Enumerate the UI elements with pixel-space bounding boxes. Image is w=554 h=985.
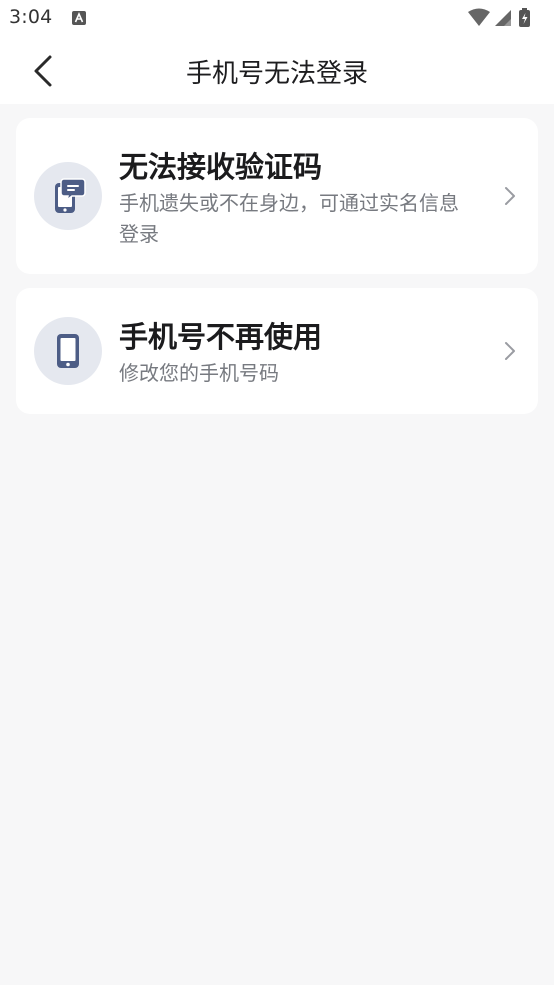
option-title: 无法接收验证码	[119, 150, 323, 184]
page-title: 手机号无法登录	[185, 59, 368, 89]
phone-icon	[57, 334, 79, 368]
chevron-right-icon	[505, 342, 515, 360]
option-icon-circle	[34, 162, 102, 230]
option-title: 手机号不再使用	[119, 320, 323, 354]
chevron-right-icon	[505, 187, 515, 205]
status-system-icons	[468, 8, 530, 27]
option-card-cannot-receive-code[interactable]: 无法接收验证码 手机遗失或不在身边，可通过实名信息登录	[16, 118, 538, 274]
status-icons	[467, 8, 545, 28]
option-icon-circle	[34, 317, 102, 385]
wifi-icon	[468, 8, 490, 26]
status-time: 3:04	[9, 6, 53, 28]
option-description: 修改您的手机号码	[119, 361, 279, 385]
status-bar: 3:04	[0, 0, 554, 36]
option-card-phone-not-used[interactable]: 手机号不再使用 修改您的手机号码	[16, 288, 538, 414]
cell-signal-icon	[495, 10, 511, 26]
a-notification-icon	[72, 11, 86, 25]
nav-bar: 手机号无法登录	[0, 36, 554, 104]
phone-message-icon	[55, 178, 86, 213]
option-description: 手机遗失或不在身边，可通过实名信息登录	[119, 191, 459, 246]
battery-charging-icon	[519, 8, 530, 27]
